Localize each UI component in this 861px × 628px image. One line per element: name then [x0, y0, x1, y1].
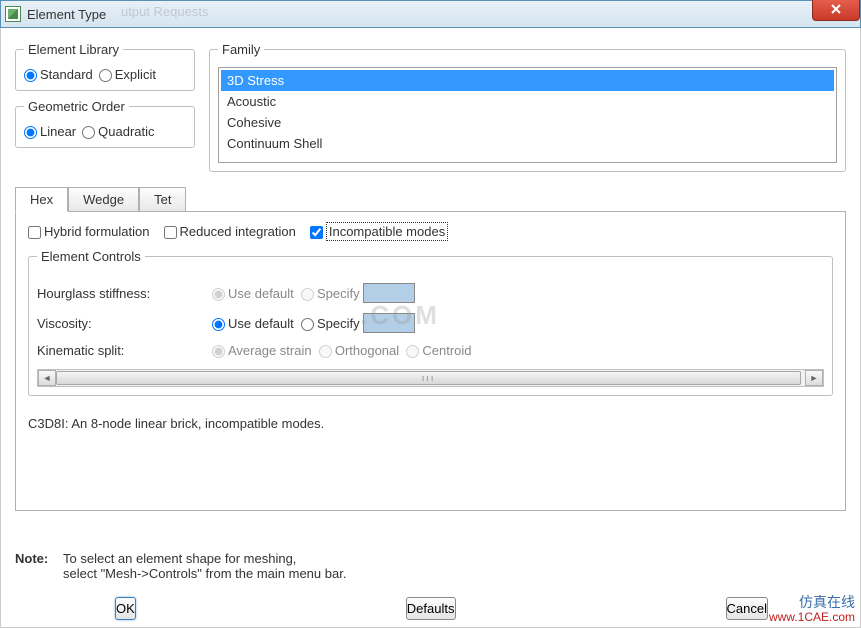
- element-controls-group: Element Controls Hourglass stiffness: Us…: [28, 249, 833, 396]
- hourglass-value-input: [363, 283, 415, 303]
- checkbox-incompatible[interactable]: Incompatible modes: [310, 224, 448, 239]
- radio-explicit[interactable]: Explicit: [99, 67, 156, 82]
- family-legend: Family: [218, 42, 264, 57]
- scroll-track[interactable]: ııı: [56, 370, 805, 386]
- radio-quadratic[interactable]: Quadratic: [82, 124, 154, 139]
- family-item-acoustic[interactable]: Acoustic: [221, 91, 834, 112]
- element-shape-tabs: Hex Wedge Tet: [15, 186, 846, 211]
- tab-hex[interactable]: Hex: [15, 187, 68, 212]
- defaults-button[interactable]: Defaults: [406, 597, 456, 620]
- note-label: Note:: [15, 551, 63, 581]
- family-listbox[interactable]: 3D Stress Acoustic Cohesive Continuum Sh…: [218, 67, 837, 163]
- tab-tet[interactable]: Tet: [139, 187, 186, 212]
- ok-button[interactable]: OK: [115, 597, 136, 620]
- scroll-right-arrow[interactable]: ►: [805, 370, 823, 386]
- label-viscosity: Viscosity:: [37, 316, 212, 331]
- note-text: To select an element shape for meshing, …: [63, 551, 346, 581]
- label-hourglass: Hourglass stiffness:: [37, 286, 212, 301]
- dialog-content: Element Library Standard Explicit Geomet…: [0, 28, 861, 628]
- horizontal-scrollbar[interactable]: ◄ ııı ►: [37, 369, 824, 387]
- element-controls-legend: Element Controls: [37, 249, 145, 264]
- scroll-thumb[interactable]: ııı: [56, 371, 801, 385]
- family-item-continuum[interactable]: Continuum Shell: [221, 133, 834, 154]
- label-kinematic: Kinematic split:: [37, 343, 212, 358]
- checkbox-reduced[interactable]: Reduced integration: [164, 224, 296, 239]
- geometric-order-group: Geometric Order Linear Quadratic: [15, 99, 195, 148]
- radio-viscosity-specify[interactable]: Specify: [301, 316, 360, 331]
- radio-kin-avg: Average strain: [212, 343, 312, 358]
- viscosity-value-input[interactable]: [363, 313, 415, 333]
- radio-standard[interactable]: Standard: [24, 67, 93, 82]
- window-title: Element Type: [27, 7, 106, 22]
- radio-linear[interactable]: Linear: [24, 124, 76, 139]
- tab-panel-hex: Hybrid formulation Reduced integration I…: [15, 211, 846, 511]
- family-item-3dstress[interactable]: 3D Stress: [221, 70, 834, 91]
- radio-hourglass-specify: Specify: [301, 286, 360, 301]
- element-library-legend: Element Library: [24, 42, 123, 57]
- geometric-order-legend: Geometric Order: [24, 99, 129, 114]
- radio-kin-centroid: Centroid: [406, 343, 471, 358]
- tab-wedge[interactable]: Wedge: [68, 187, 139, 212]
- radio-hourglass-default: Use default: [212, 286, 294, 301]
- element-library-group: Element Library Standard Explicit: [15, 42, 195, 91]
- family-item-cohesive[interactable]: Cohesive: [221, 112, 834, 133]
- element-description: C3D8I: An 8-node linear brick, incompati…: [28, 416, 833, 431]
- checkbox-hybrid[interactable]: Hybrid formulation: [28, 224, 150, 239]
- titlebar: Element Type utput Requests: [0, 0, 861, 28]
- family-group: Family 3D Stress Acoustic Cohesive Conti…: [209, 42, 846, 172]
- close-button[interactable]: [812, 0, 860, 21]
- scroll-left-arrow[interactable]: ◄: [38, 370, 56, 386]
- radio-viscosity-default[interactable]: Use default: [212, 316, 294, 331]
- radio-kin-ortho: Orthogonal: [319, 343, 399, 358]
- background-text: utput Requests: [121, 4, 208, 19]
- close-icon: [830, 3, 842, 15]
- app-icon: [5, 6, 21, 22]
- cancel-button[interactable]: Cancel: [726, 597, 768, 620]
